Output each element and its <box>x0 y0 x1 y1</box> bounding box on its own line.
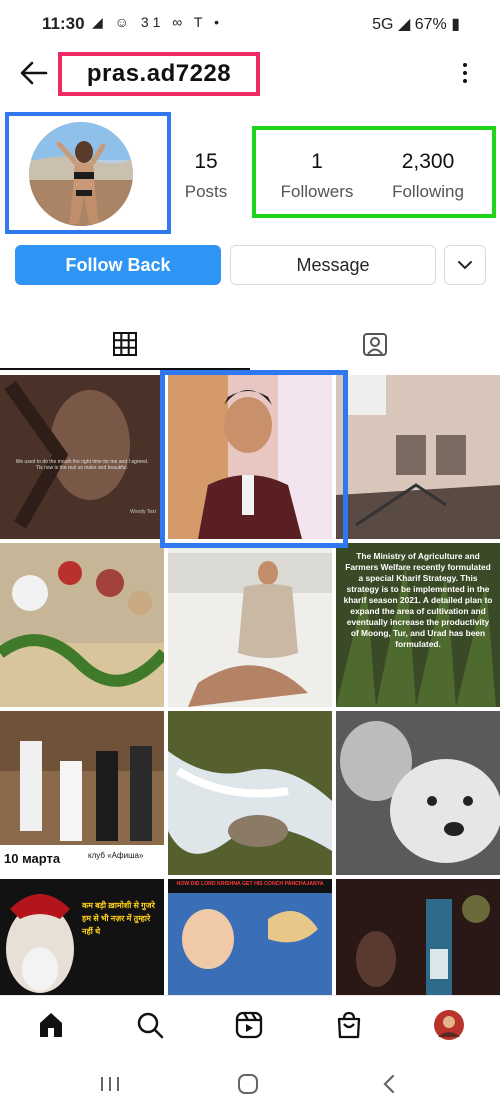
post-caption-secondary: клуб «Афиша» <box>88 851 144 860</box>
reels-icon[interactable] <box>232 1008 266 1042</box>
post-caption: कम बड़ी ख़ामोशी से गुजरे हम से भी नज़र म… <box>82 901 155 936</box>
back-arrow-icon[interactable] <box>18 58 50 88</box>
grid-icon <box>113 332 137 356</box>
post-thumbnail[interactable] <box>168 543 332 707</box>
post-thumbnail[interactable]: We used to do the mouth the right time f… <box>0 375 164 539</box>
system-navigation <box>0 1055 500 1112</box>
message-button[interactable]: Message <box>230 245 436 285</box>
status-time: 11:30 <box>42 14 85 33</box>
following-stat[interactable]: 2,300 Following <box>380 150 476 202</box>
post-thumbnail[interactable] <box>168 711 332 875</box>
post-caption: HOW DID LORD KRISHNA GET HIS CONCH PANCH… <box>176 881 324 887</box>
status-right: 5G ◢ 67% ▮ <box>372 14 460 34</box>
username-highlight: pras.ad7228 <box>58 52 260 96</box>
search-icon[interactable] <box>133 1008 167 1042</box>
bottom-navigation <box>0 995 500 1055</box>
notification-icons: ◢ ☺ 31 ∞ T • <box>92 14 224 30</box>
home-button-icon[interactable] <box>233 1071 263 1097</box>
more-options-icon[interactable] <box>458 58 472 88</box>
tab-tagged[interactable] <box>250 318 500 370</box>
status-bar: 11:30 ◢ ☺ 31 ∞ T • 5G ◢ 67% ▮ <box>0 0 500 48</box>
post-thumbnail[interactable]: The Ministry of Agriculture and Farmers … <box>336 543 500 707</box>
posts-stat[interactable]: 15 Posts <box>178 150 234 202</box>
post-thumbnail[interactable] <box>168 375 332 539</box>
post-thumbnail[interactable] <box>336 711 500 875</box>
recent-apps-icon[interactable] <box>95 1071 125 1097</box>
avatar[interactable] <box>29 122 133 226</box>
posts-label: Posts <box>184 182 228 201</box>
profile-avatar-icon[interactable] <box>432 1008 466 1042</box>
post-caption: The Ministry of Agriculture and Farmers … <box>343 551 493 649</box>
followers-label: Followers <box>280 182 354 201</box>
signal-icon: ◢ <box>397 16 411 33</box>
profile-tabs <box>0 318 500 370</box>
tab-posts-grid[interactable] <box>0 318 250 370</box>
tagged-person-icon <box>363 333 387 356</box>
profile-header: pras.ad7228 <box>0 48 500 98</box>
posts-grid: We used to do the mouth the right time f… <box>0 375 500 1043</box>
back-button-icon[interactable] <box>374 1071 404 1097</box>
network-label: 5G <box>372 16 394 33</box>
chevron-down-icon <box>458 261 472 270</box>
following-count: 2,300 <box>401 150 455 173</box>
post-thumbnail[interactable] <box>336 375 500 539</box>
follow-back-button[interactable]: Follow Back <box>15 245 221 285</box>
home-icon[interactable] <box>34 1008 68 1042</box>
post-signature: Woody Text <box>130 509 156 515</box>
post-thumbnail[interactable] <box>0 543 164 707</box>
profile-username: pras.ad7228 <box>86 60 232 87</box>
shop-icon[interactable] <box>332 1008 366 1042</box>
following-label: Following <box>392 182 464 201</box>
post-caption: We used to do the mouth the right time f… <box>15 459 149 471</box>
followers-stat[interactable]: 1 Followers <box>272 150 362 202</box>
post-thumbnail[interactable]: 10 марта клуб «Афиша» <box>0 711 164 875</box>
followers-count: 1 <box>311 150 323 173</box>
battery-level: 67% <box>414 16 447 33</box>
posts-count: 15 <box>194 150 218 173</box>
avatar-highlight <box>5 112 171 234</box>
battery-icon: ▮ <box>451 16 460 33</box>
suggested-accounts-button[interactable] <box>444 245 486 285</box>
